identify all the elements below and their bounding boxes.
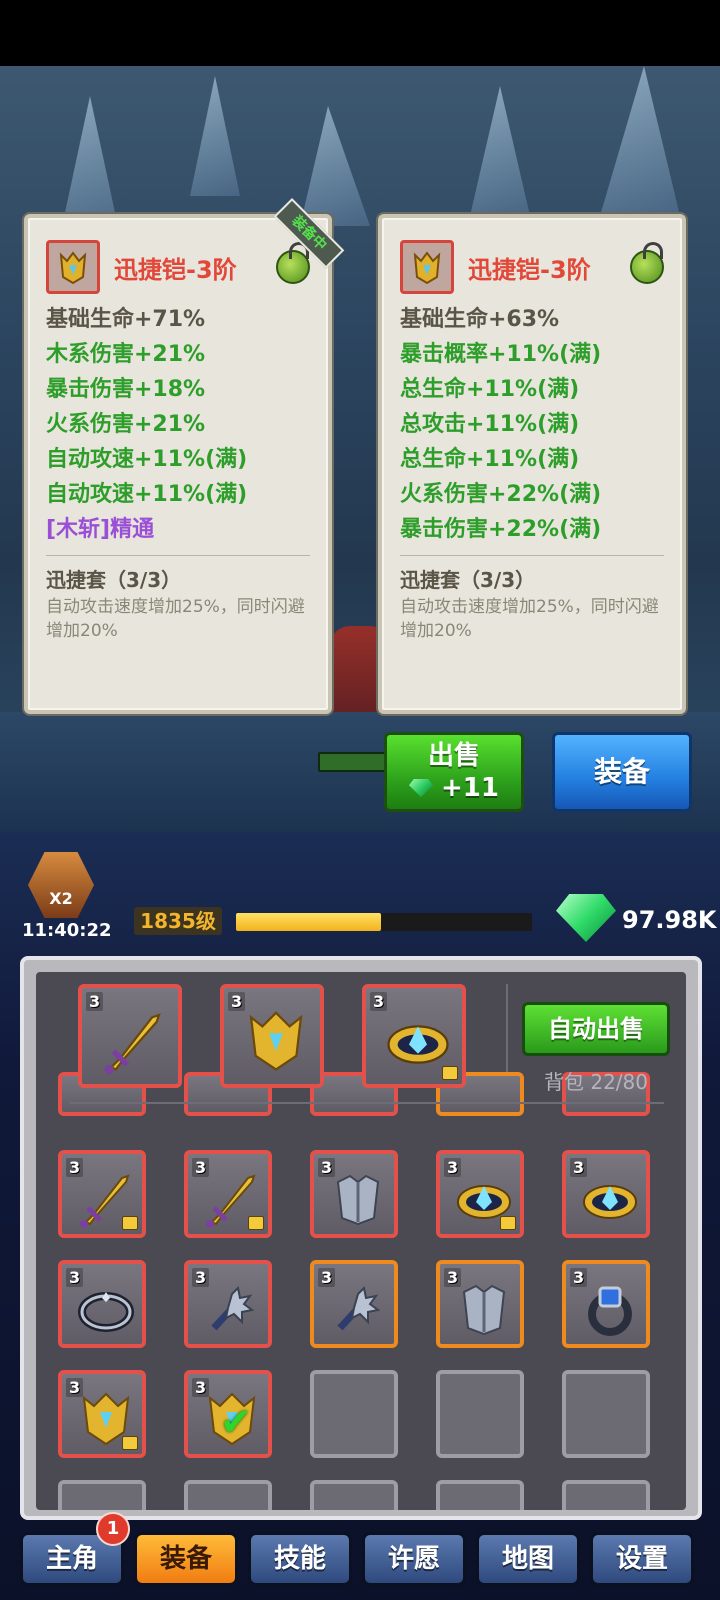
empty-slot[interactable]: [184, 1480, 272, 1510]
ring-sapphire-icon: [588, 1286, 632, 1336]
special-stat: [木斩]精通: [46, 517, 155, 542]
empty-slot[interactable]: [562, 1480, 650, 1510]
stat-line: 暴击伤害+22%(满): [400, 517, 602, 542]
empty-slot[interactable]: [310, 1480, 398, 1510]
stat-line: 自动攻速+11%(满): [46, 482, 248, 507]
helm-gold-icon: [387, 1025, 449, 1064]
tab-settings[interactable]: 设置: [590, 1532, 694, 1586]
stat-line: 暴击概率+11%(满): [400, 342, 602, 367]
level-label: 1835级: [134, 907, 222, 935]
gem-icon: [409, 779, 434, 797]
tab-skills[interactable]: 技能: [248, 1532, 352, 1586]
inventory-slot[interactable]: 3: [58, 1150, 146, 1238]
lock-icon: [500, 1216, 516, 1230]
stat-line: 总生命+11%(满): [400, 377, 580, 402]
sell-label: 出售: [427, 741, 480, 771]
armor-silver-icon: [336, 1174, 380, 1226]
sell-reward: +11: [441, 773, 499, 803]
lock-icon: [442, 1066, 458, 1080]
empty-slot[interactable]: [58, 1480, 146, 1510]
divider: [70, 1102, 664, 1104]
inventory-slot[interactable]: 3: [58, 1260, 146, 1348]
stat-line: 木系伤害+21%: [46, 342, 206, 367]
inventory-slot[interactable]: 3: [184, 1150, 272, 1238]
divider: [46, 555, 310, 556]
equipped-slot[interactable]: 3: [220, 984, 324, 1088]
stat-line: 总生命+11%(满): [400, 447, 580, 472]
empty-slot[interactable]: [436, 1480, 524, 1510]
helm-gold-icon: [583, 1185, 637, 1219]
base-stat: 基础生命+63%: [400, 307, 560, 332]
lock-icon: [122, 1436, 138, 1450]
stat-line: 火系伤害+21%: [46, 412, 206, 437]
sword-icon: [104, 1013, 161, 1074]
tab-wish[interactable]: 许愿: [362, 1532, 466, 1586]
inventory-panel: 自动出售 背包 22/80 3 3 3 3 3 3 3 3 3 3 3 3 3 3 3 ✔: [20, 956, 702, 1520]
multiplier-label: X2: [49, 889, 73, 908]
empty-slot[interactable]: [562, 1370, 650, 1458]
empty-slot[interactable]: [310, 1370, 398, 1458]
equip-button[interactable]: 装备: [552, 732, 692, 812]
bag-capacity: 背包 22/80: [544, 1070, 648, 1094]
base-stat: 基础生命+71%: [46, 307, 206, 332]
equipped-slot[interactable]: 3: [78, 984, 182, 1088]
inventory-slot[interactable]: 3: [436, 1150, 524, 1238]
armor-icon: [400, 240, 454, 294]
lock-toggle-icon[interactable]: [630, 242, 664, 284]
mace-icon: [211, 1285, 255, 1331]
set-name: 迅捷套（3/3）: [400, 568, 536, 592]
divider: [506, 984, 508, 1084]
armor-silver-icon: [462, 1284, 506, 1336]
stat-line: 暴击伤害+18%: [46, 377, 206, 402]
stat-line: 火系伤害+22%(满): [400, 482, 602, 507]
inventory-slot[interactable]: 3: [436, 1260, 524, 1348]
inventory-slot[interactable]: 3: [310, 1260, 398, 1348]
equipped-slot[interactable]: 3: [362, 984, 466, 1088]
inventory-slot[interactable]: 3: [562, 1260, 650, 1348]
empty-slot[interactable]: [436, 1370, 524, 1458]
equipped-item-card: 迅捷铠-3阶 基础生命+71% 木系伤害+21% 暴击伤害+18% 火系伤害+2…: [24, 214, 332, 714]
stat-line: 总攻击+11%(满): [400, 412, 580, 437]
tab-map[interactable]: 地图: [476, 1532, 580, 1586]
mace-icon: [337, 1285, 381, 1331]
selected-item-card: 迅捷铠-3阶 基础生命+63% 暴击概率+11%(满) 总生命+11%(满) 总…: [378, 214, 686, 714]
gem-count: 97.98K: [622, 906, 717, 934]
status-bar: [0, 0, 720, 66]
divider: [400, 555, 664, 556]
inventory-inner: 自动出售 背包 22/80 3 3 3 3 3 3 3 3 3 3 3 3 3 3 3 ✔: [36, 972, 686, 1510]
lock-icon: [248, 1216, 264, 1230]
armor-gold-icon: [249, 1011, 303, 1071]
notification-badge: 1: [96, 1512, 130, 1546]
checkmark-icon: ✔: [220, 1400, 252, 1444]
boost-timer: 11:40:22: [22, 920, 112, 941]
set-name: 迅捷套（3/3）: [46, 568, 182, 592]
inventory-slot[interactable]: 3: [310, 1150, 398, 1238]
inventory-slot[interactable]: 3: [184, 1260, 272, 1348]
item-title: 迅捷铠-3阶: [468, 255, 591, 284]
hero-health-bar: [318, 752, 392, 772]
stat-line: 自动攻速+11%(满): [46, 447, 248, 472]
set-description: 自动攻击速度增加25%，同时闪避增加20%: [400, 597, 659, 641]
ring-silver-icon: [78, 1292, 134, 1332]
sell-button[interactable]: 出售 +11: [384, 732, 524, 812]
inventory-slot[interactable]: 3 ✔: [184, 1370, 272, 1458]
tab-equipment[interactable]: 装备: [134, 1532, 238, 1586]
item-title: 迅捷铠-3阶: [114, 255, 237, 284]
inventory-slot[interactable]: 3: [562, 1150, 650, 1238]
xp-bar: [236, 913, 532, 931]
lock-toggle-icon[interactable]: [276, 242, 310, 284]
armor-icon: [46, 240, 100, 294]
auto-sell-button[interactable]: 自动出售: [522, 1002, 670, 1056]
lock-icon: [122, 1216, 138, 1230]
xp-bar-fill: [236, 913, 382, 931]
inventory-slot[interactable]: 3: [58, 1370, 146, 1458]
set-description: 自动攻击速度增加25%，同时闪避增加20%: [46, 597, 305, 641]
